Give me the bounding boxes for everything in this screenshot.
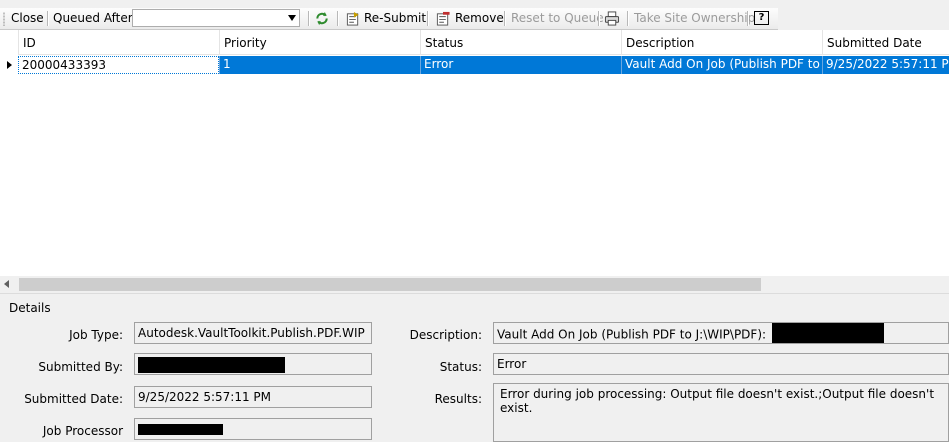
column-header-priority[interactable]: Priority xyxy=(219,30,420,55)
details-section-title: Details xyxy=(9,301,51,315)
job-type-field[interactable]: Autodesk.VaultToolkit.Publish.PDF.WIP xyxy=(134,322,372,344)
submitted-by-field[interactable] xyxy=(134,353,372,375)
cell-status[interactable]: Error xyxy=(420,56,621,74)
status-label: Status: xyxy=(439,360,482,374)
submitted-by-label: Submitted By: xyxy=(38,360,123,374)
toolbar-grip-icon[interactable] xyxy=(3,12,5,26)
remove-button[interactable]: Remove xyxy=(455,8,504,29)
scroll-left-icon[interactable] xyxy=(4,280,9,288)
toolbar-separator xyxy=(747,11,748,26)
resubmit-icon xyxy=(346,11,359,26)
cell-id[interactable]: 20000433393 xyxy=(18,56,219,74)
job-processor-label: Job Processor xyxy=(42,424,123,438)
grid-header: ID Priority Status Description Submitted… xyxy=(0,30,949,55)
description-field[interactable]: Vault Add On Job (Publish PDF to J:\WIP\… xyxy=(493,322,949,344)
cell-description[interactable]: Vault Add On Job (Publish PDF to J:... xyxy=(621,56,822,74)
scrollbar-thumb[interactable] xyxy=(19,278,761,291)
take-site-ownership-button[interactable]: Take Site Ownership xyxy=(634,8,755,29)
toolbar-separator xyxy=(504,11,505,26)
column-header-id[interactable]: ID xyxy=(18,30,219,55)
toolbar-separator xyxy=(598,11,599,26)
chevron-down-icon[interactable] xyxy=(288,15,296,21)
submitted-date-field[interactable]: 9/25/2022 5:57:11 PM xyxy=(134,386,372,408)
column-header-submitted-date[interactable]: Submitted Date xyxy=(822,30,949,55)
description-text: Vault Add On Job (Publish PDF to J:\WIP\… xyxy=(497,327,767,342)
cell-priority[interactable]: 1 xyxy=(219,56,420,74)
cell-submitted-date[interactable]: 9/25/2022 5:57:11 PM xyxy=(822,56,949,74)
results-textbox[interactable]: Error during job processing: Output file… xyxy=(493,383,949,442)
help-icon[interactable]: ? xyxy=(754,11,769,25)
reset-to-queue-button[interactable]: Reset to Queue xyxy=(511,8,604,29)
remove-icon xyxy=(436,11,450,26)
row-selector[interactable] xyxy=(0,55,18,74)
toolbar-separator xyxy=(627,11,628,26)
redaction-block xyxy=(138,424,223,435)
print-icon[interactable] xyxy=(604,11,620,26)
refresh-icon[interactable] xyxy=(314,11,330,26)
panel-splitter[interactable] xyxy=(0,293,949,296)
submitted-date-label: Submitted Date: xyxy=(24,392,123,406)
results-label: Results: xyxy=(434,392,482,406)
horizontal-scrollbar[interactable] xyxy=(0,276,949,293)
resubmit-button[interactable]: Re-Submit xyxy=(364,8,426,29)
status-field[interactable]: Error xyxy=(493,353,949,375)
job-queue-toolbar: Close Queued After: Re-Submit Remove Res… xyxy=(0,8,778,30)
job-processor-field[interactable] xyxy=(134,418,372,440)
close-button[interactable]: Close xyxy=(11,8,44,29)
queued-after-dropdown[interactable] xyxy=(132,9,300,27)
queued-after-label: Queued After: xyxy=(53,11,137,25)
toolbar-separator xyxy=(337,11,338,26)
job-queue-grid: ID Priority Status Description Submitted… xyxy=(0,30,949,293)
current-row-arrow-icon xyxy=(7,61,12,69)
description-label: Description: xyxy=(409,328,482,342)
redaction-block xyxy=(771,323,884,343)
column-header-status[interactable]: Status xyxy=(420,30,621,55)
toolbar-separator xyxy=(308,11,309,26)
column-header-description[interactable]: Description xyxy=(621,30,822,55)
toolbar-separator xyxy=(427,11,428,26)
job-type-label: Job Type: xyxy=(69,328,123,342)
redaction-block xyxy=(138,356,285,373)
toolbar-separator xyxy=(47,11,48,26)
